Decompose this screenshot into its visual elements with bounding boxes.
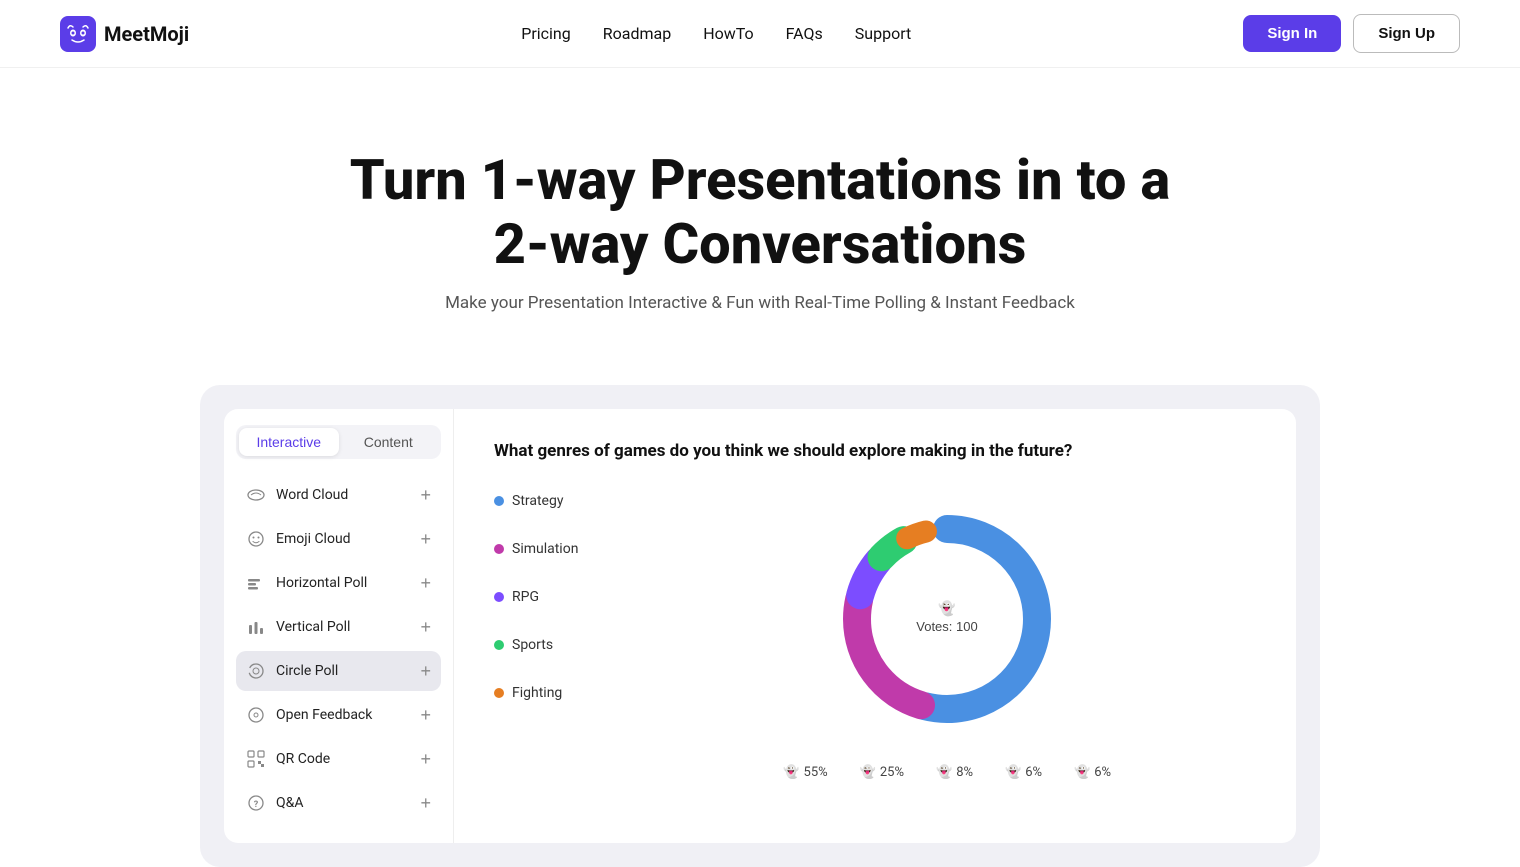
sidebar-item-emoji-cloud[interactable]: Emoji Cloud +	[236, 519, 441, 559]
sidebar-label-qr-code: QR Code	[276, 751, 330, 767]
emoji-cloud-icon	[246, 529, 266, 549]
sidebar-item-horizontal-poll[interactable]: Horizontal Poll +	[236, 563, 441, 603]
add-qa[interactable]: +	[420, 794, 431, 812]
donut-chart-area: 👻 Votes: 100 👻 55% 👻 25%	[638, 489, 1256, 780]
logo-text: MeetMoji	[104, 22, 189, 46]
legend-fighting: Fighting	[494, 685, 578, 701]
svg-text:?: ?	[254, 800, 259, 810]
sidebar-label-open-feedback: Open Feedback	[276, 707, 372, 723]
sidebar-item-open-feedback[interactable]: Open Feedback +	[236, 695, 441, 735]
legend-rpg: RPG	[494, 589, 578, 605]
hero-headline-line2: 2-way Conversations	[494, 211, 1027, 277]
legend-label-sports: Sports	[512, 637, 553, 653]
add-word-cloud[interactable]: +	[420, 486, 431, 504]
qa-icon: ?	[246, 793, 266, 813]
hero-section: Turn 1-way Presentations in to a 2-way C…	[0, 68, 1520, 353]
bar-stat-rpg: 👻 8%	[936, 765, 973, 780]
add-vertical-poll[interactable]: +	[420, 618, 431, 636]
logo-icon	[60, 16, 96, 52]
bar-stats: 👻 55% 👻 25% 👻 8% 👻 6	[783, 765, 1111, 780]
legend-simulation: Simulation	[494, 541, 578, 557]
sidebar: Interactive Content Word Cloud +	[224, 409, 454, 843]
add-qr-code[interactable]: +	[420, 750, 431, 768]
add-open-feedback[interactable]: +	[420, 706, 431, 724]
legend-dot-rpg	[494, 592, 504, 602]
main-content: What genres of games do you think we sho…	[454, 409, 1296, 843]
hero-subtitle: Make your Presentation Interactive & Fun…	[20, 293, 1500, 313]
demo-wrapper: Interactive Content Word Cloud +	[200, 385, 1320, 867]
sidebar-item-qr-code[interactable]: QR Code +	[236, 739, 441, 779]
hero-headline: Turn 1-way Presentations in to a 2-way C…	[20, 148, 1500, 277]
sidebar-tabs: Interactive Content	[236, 425, 441, 459]
open-feedback-icon	[246, 705, 266, 725]
logo[interactable]: MeetMoji	[60, 16, 189, 52]
nav-roadmap[interactable]: Roadmap	[603, 24, 671, 43]
donut-chart-svg: 👻 Votes: 100	[817, 489, 1077, 749]
chart-area: Strategy Simulation RPG Sports	[494, 489, 1256, 780]
svg-text:Votes: 100: Votes: 100	[916, 619, 977, 634]
nav-support[interactable]: Support	[855, 24, 911, 43]
bar-pct-fighting: 6%	[1094, 765, 1111, 780]
demo-inner: Interactive Content Word Cloud +	[224, 409, 1296, 843]
sidebar-label-vertical-poll: Vertical Poll	[276, 619, 350, 635]
bar-pct-rpg: 8%	[956, 765, 973, 780]
legend-dot-strategy	[494, 496, 504, 506]
nav-actions: Sign In Sign Up	[1243, 14, 1460, 53]
sidebar-label-emoji-cloud: Emoji Cloud	[276, 531, 351, 547]
sidebar-item-circle-poll[interactable]: Circle Poll +	[236, 651, 441, 691]
legend-label-rpg: RPG	[512, 589, 539, 605]
signin-button[interactable]: Sign In	[1243, 15, 1341, 52]
bar-pct-strategy: 55%	[804, 765, 828, 780]
nav-faqs[interactable]: FAQs	[786, 24, 823, 43]
legend-dot-sports	[494, 640, 504, 650]
nav-pricing[interactable]: Pricing	[521, 24, 571, 43]
chart-legend: Strategy Simulation RPG Sports	[494, 493, 578, 701]
nav-howto[interactable]: HowTo	[703, 24, 753, 43]
ghost-strategy: 👻	[783, 765, 799, 780]
legend-label-strategy: Strategy	[512, 493, 563, 509]
sidebar-item-vertical-poll[interactable]: Vertical Poll +	[236, 607, 441, 647]
bar-stat-sports: 👻 6%	[1005, 765, 1042, 780]
legend-sports: Sports	[494, 637, 578, 653]
tab-interactive[interactable]: Interactive	[239, 428, 339, 456]
sidebar-label-qa: Q&A	[276, 795, 303, 811]
qr-code-icon	[246, 749, 266, 769]
legend-dot-fighting	[494, 688, 504, 698]
chart-question: What genres of games do you think we sho…	[494, 441, 1094, 461]
add-circle-poll[interactable]: +	[420, 662, 431, 680]
svg-text:👻: 👻	[939, 599, 957, 617]
bar-stat-simulation: 👻 25%	[860, 765, 904, 780]
bar-stat-strategy: 👻 55%	[783, 765, 827, 780]
hero-headline-line1: Turn 1-way Presentations in to a	[350, 147, 1171, 213]
horizontal-poll-icon	[246, 573, 266, 593]
legend-dot-simulation	[494, 544, 504, 554]
vertical-poll-icon	[246, 617, 266, 637]
legend-label-fighting: Fighting	[512, 685, 562, 701]
ghost-rpg: 👻	[936, 765, 952, 780]
circle-poll-icon	[246, 661, 266, 681]
nav-links: Pricing Roadmap HowTo FAQs Support	[521, 24, 911, 43]
bar-pct-simulation: 25%	[880, 765, 904, 780]
ghost-simulation: 👻	[860, 765, 876, 780]
tab-content[interactable]: Content	[339, 428, 439, 456]
sidebar-item-word-cloud[interactable]: Word Cloud +	[236, 475, 441, 515]
word-cloud-icon	[246, 485, 266, 505]
bar-stat-fighting: 👻 6%	[1074, 765, 1111, 780]
ghost-sports: 👻	[1005, 765, 1021, 780]
add-horizontal-poll[interactable]: +	[420, 574, 431, 592]
sidebar-label-circle-poll: Circle Poll	[276, 663, 338, 679]
sidebar-label-horizontal-poll: Horizontal Poll	[276, 575, 367, 591]
signup-button[interactable]: Sign Up	[1353, 14, 1460, 53]
sidebar-item-qa[interactable]: ? Q&A +	[236, 783, 441, 823]
sidebar-label-word-cloud: Word Cloud	[276, 487, 348, 503]
legend-label-simulation: Simulation	[512, 541, 578, 557]
bar-pct-sports: 6%	[1025, 765, 1042, 780]
legend-strategy: Strategy	[494, 493, 578, 509]
ghost-fighting: 👻	[1074, 765, 1090, 780]
add-emoji-cloud[interactable]: +	[420, 530, 431, 548]
